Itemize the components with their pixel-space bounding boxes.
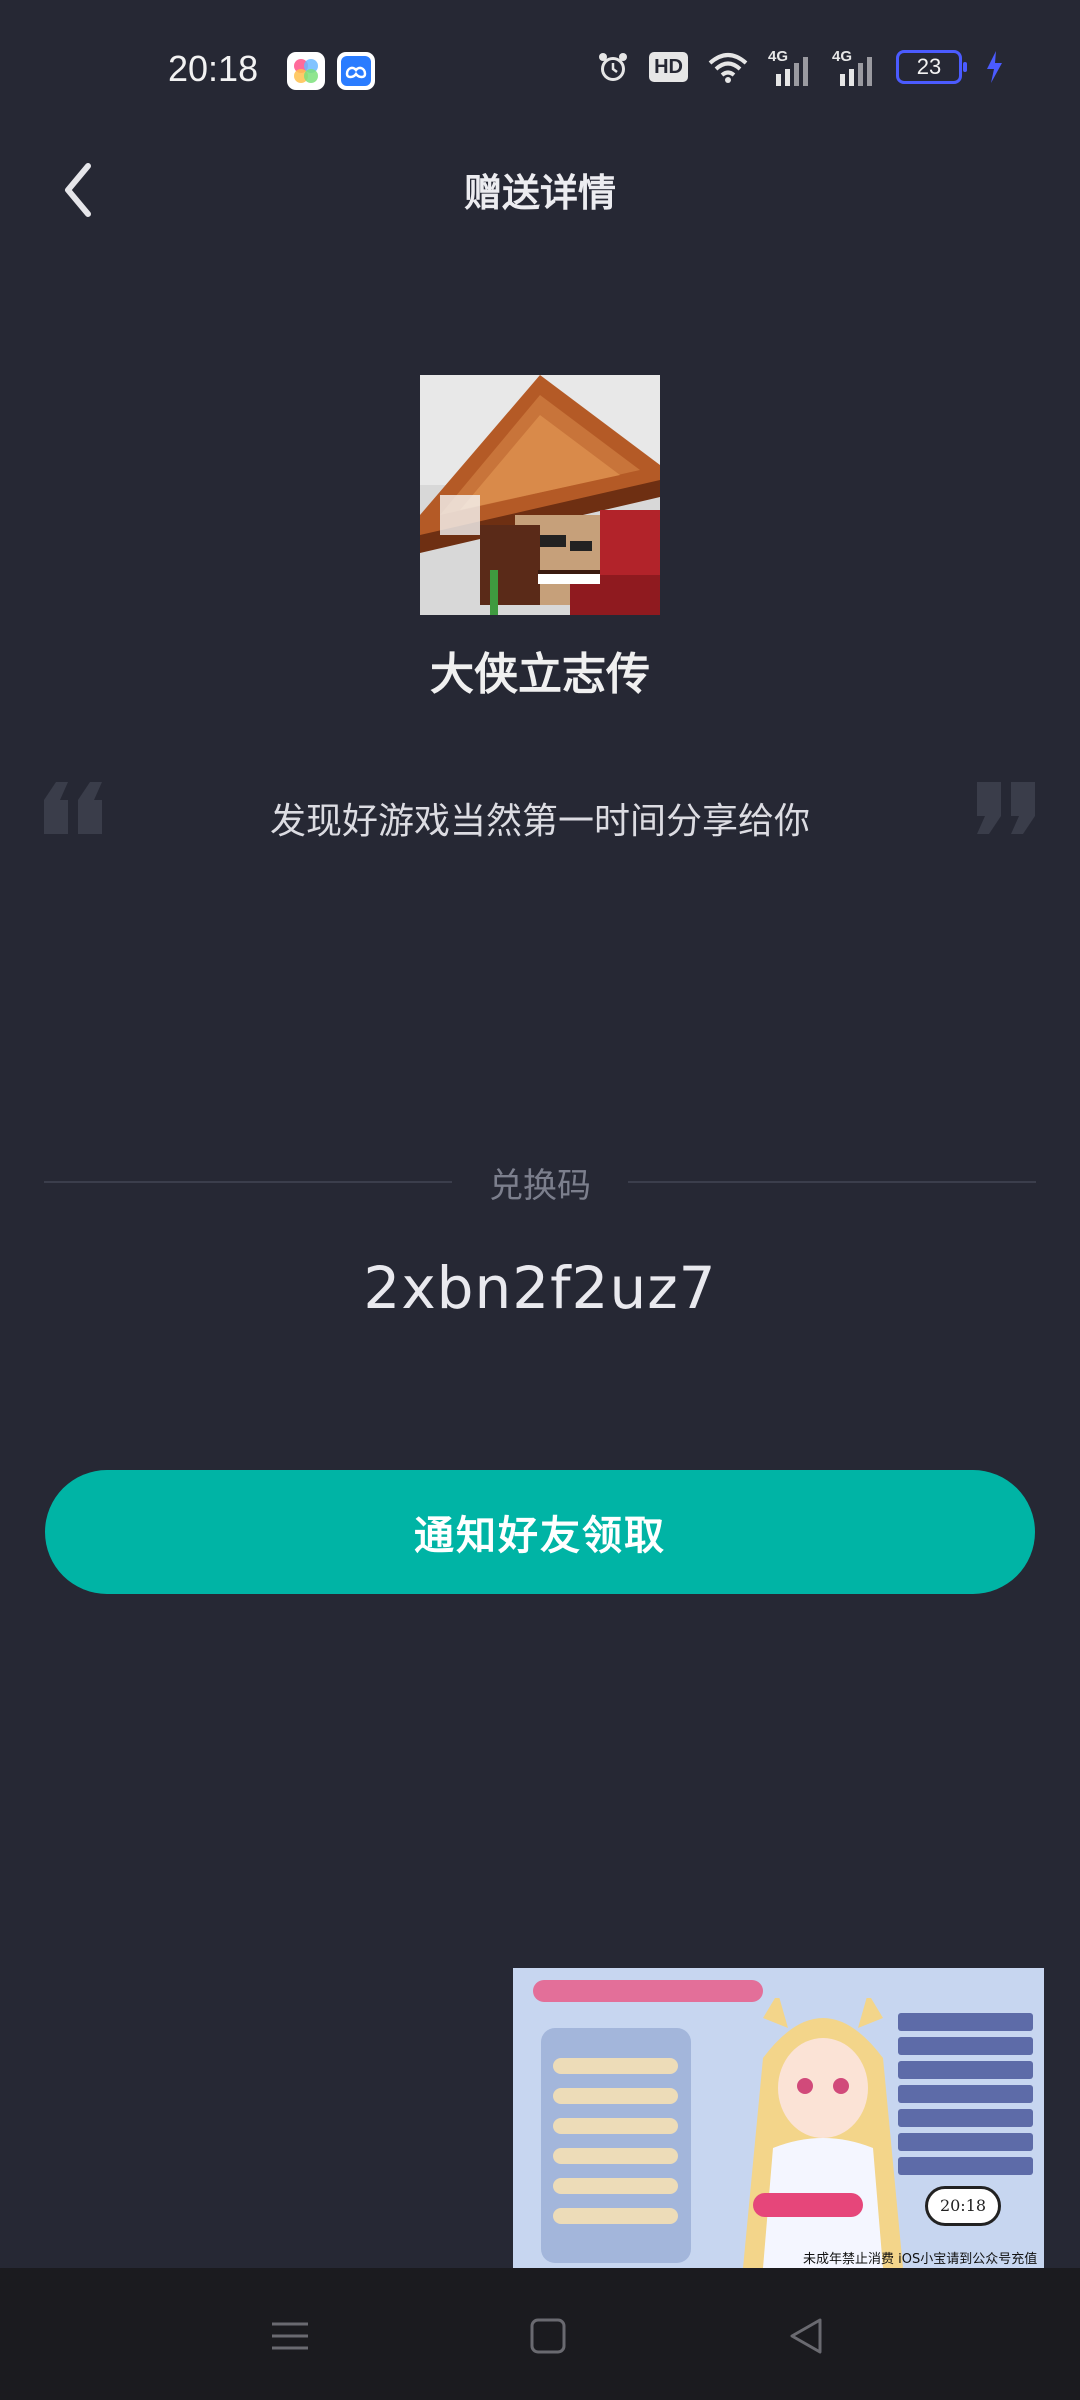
redeem-code-value[interactable]: 2xbn2f2uz7 [0, 1254, 1080, 1322]
video-banner [533, 1980, 763, 2002]
battery-icon: 23 [896, 50, 967, 84]
back-nav-button[interactable] [776, 2306, 836, 2366]
wifi-icon [708, 53, 748, 83]
notify-friend-button[interactable]: 通知好友领取 [45, 1470, 1035, 1594]
system-icons: HD 4G 4G 23 [595, 48, 1004, 86]
video-chat-line [553, 2088, 678, 2104]
game-name: 大侠立志传 [430, 649, 650, 700]
video-caption: 未成年禁止消费 iOS小宝请到公众号充值 [803, 2252, 1038, 2267]
baidu-cloud-icon [337, 52, 375, 90]
share-message: 发现好游戏当然第一时间分享给你 [269, 801, 810, 842]
page-title: 赠送详情 [463, 170, 616, 215]
status-clock: 20:18 [168, 48, 259, 89]
charging-icon [987, 51, 1002, 83]
video-clock: 20:18 [925, 2186, 1001, 2226]
signal-icon: 4G [832, 48, 878, 86]
video-counter-badge [753, 2193, 863, 2217]
video-chat-line [553, 2148, 678, 2164]
hd-icon: HD [649, 52, 688, 82]
menu-button[interactable] [260, 2306, 320, 2366]
back-triangle-icon [790, 2318, 822, 2354]
signal-icon: 4G [768, 48, 814, 86]
color-app-icon [287, 52, 325, 90]
menu-icon [272, 2322, 308, 2350]
close-quote-icon [977, 782, 1035, 834]
divider-right [628, 1181, 1036, 1183]
game-icon [420, 375, 660, 615]
video-avatar-figure [743, 1998, 903, 2268]
floating-video-window[interactable]: 20:18 未成年禁止消费 iOS小宝请到公众号充值 [513, 1968, 1044, 2268]
home-icon [530, 2318, 566, 2354]
video-chat-line [553, 2178, 678, 2194]
alarm-icon [599, 53, 628, 81]
navigation-bar [0, 2268, 1080, 2400]
status-bar: 20:18 HD 4G 4G 23 [0, 0, 1080, 120]
video-ranking-list [898, 2013, 1033, 2181]
home-button[interactable] [518, 2306, 578, 2366]
video-chat-line [553, 2058, 678, 2074]
video-chat-line [553, 2208, 678, 2224]
video-chat-line [553, 2118, 678, 2134]
